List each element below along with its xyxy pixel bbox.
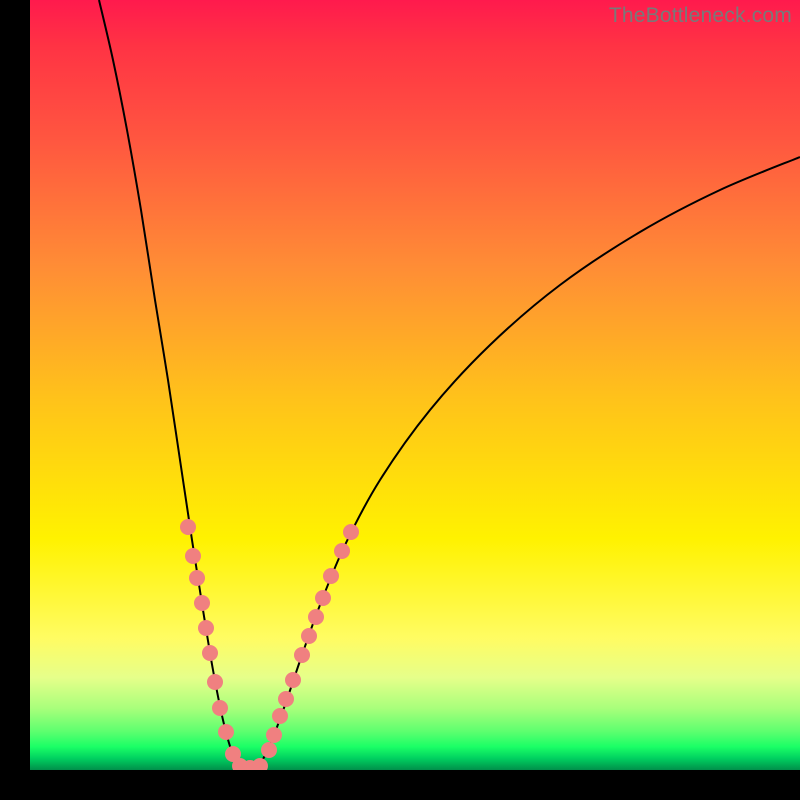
data-dot xyxy=(266,727,282,743)
right-branch-curve xyxy=(258,157,800,768)
data-dot xyxy=(194,595,210,611)
data-dot xyxy=(308,609,324,625)
left-branch-curve xyxy=(99,0,241,768)
data-dot xyxy=(202,645,218,661)
data-dot xyxy=(180,519,196,535)
data-dot xyxy=(278,691,294,707)
data-dot xyxy=(207,674,223,690)
data-dot xyxy=(334,543,350,559)
data-dot xyxy=(285,672,301,688)
data-dot xyxy=(198,620,214,636)
data-dot xyxy=(301,628,317,644)
data-dot xyxy=(294,647,310,663)
data-dot xyxy=(212,700,228,716)
data-dot xyxy=(315,590,331,606)
data-dot xyxy=(323,568,339,584)
dot-markers xyxy=(180,519,359,770)
data-dot xyxy=(252,758,268,770)
data-dot xyxy=(261,742,277,758)
data-dot xyxy=(272,708,288,724)
data-dot xyxy=(189,570,205,586)
data-dot xyxy=(343,524,359,540)
data-dot xyxy=(185,548,201,564)
chart-frame: TheBottleneck.com xyxy=(30,0,800,770)
chart-svg xyxy=(30,0,800,770)
data-dot xyxy=(218,724,234,740)
